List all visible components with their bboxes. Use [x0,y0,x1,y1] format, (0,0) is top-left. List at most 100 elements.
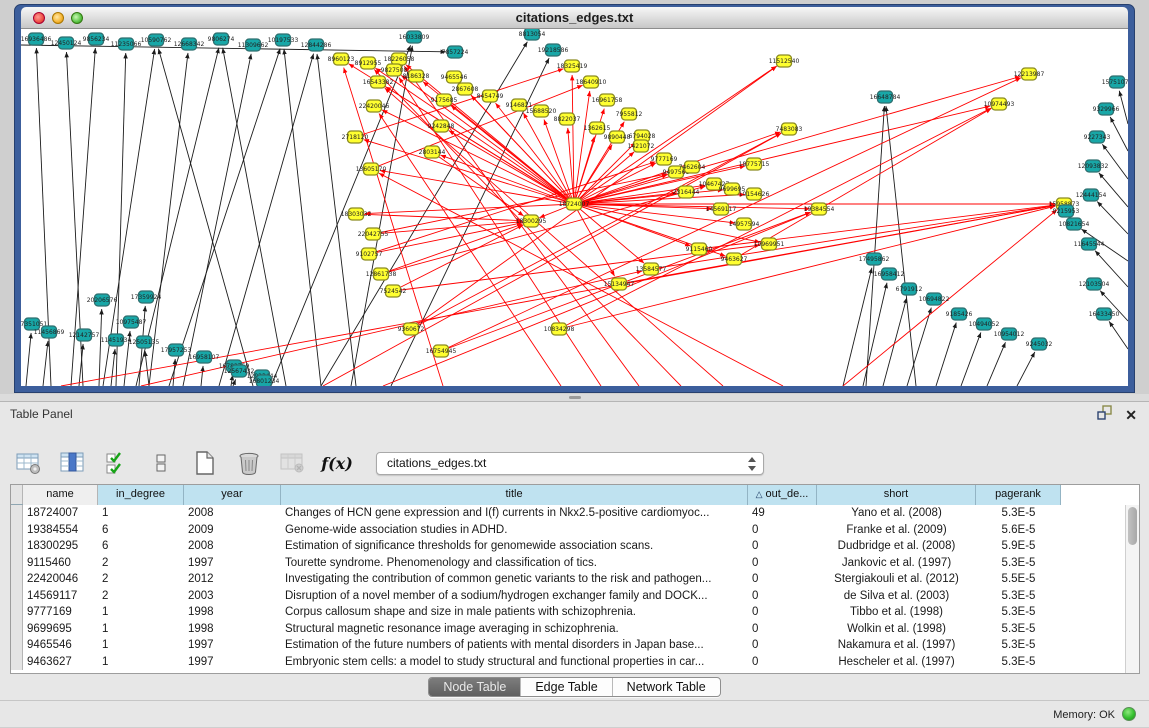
table-row[interactable]: 1872400712008Changes of HCN gene express… [11,505,1125,522]
table-row[interactable]: 1830029562008Estimation of significance … [11,538,1125,555]
graph-node[interactable]: 7483083 [776,123,803,135]
table-scrollbar[interactable] [1125,505,1139,673]
network-view-canvas[interactable]: 1872400789601238912955182260589827508165… [21,29,1128,386]
graph-node[interactable]: 9890448 [604,131,631,143]
graph-node[interactable]: 2718120 [342,131,369,143]
graph-node[interactable]: 2316444 [673,186,700,198]
table-row[interactable]: 946362711997Embryonic stem cells: a mode… [11,654,1125,671]
graph-node[interactable]: 17957253 [161,344,192,356]
graph-node[interactable]: 12142757 [69,329,100,341]
graph-node[interactable]: 16958107 [189,351,220,363]
graph-node[interactable]: 9185426 [946,308,973,320]
create-column-button[interactable] [190,448,220,478]
graph-node[interactable]: 22420046 [359,100,390,112]
zoom-window-button[interactable] [71,12,83,24]
graph-node[interactable]: 20206576 [87,294,118,306]
toggle-column-visibility-button[interactable] [102,448,132,478]
graph-node[interactable]: 1421072 [628,140,655,152]
table-row[interactable]: 2242004622012Investigating the contribut… [11,571,1125,588]
graph-node[interactable]: 16961758 [592,94,623,106]
scrollbar-thumb[interactable] [1128,507,1137,545]
graph-node[interactable]: 2867608 [452,83,479,95]
table-row[interactable]: 1456911722003Disruption of a novel membe… [11,588,1125,605]
graph-node[interactable]: 10834298 [544,323,575,335]
tab-node-table[interactable]: Node Table [429,678,521,696]
row-height-button[interactable] [146,448,176,478]
graph-node[interactable]: 8454749 [477,90,504,102]
minimize-window-button[interactable] [52,12,64,24]
graph-node[interactable]: 7955812 [616,108,643,120]
graph-node[interactable]: 17495862 [859,253,890,265]
tab-edge-table[interactable]: Edge Table [521,678,612,696]
graph-node[interactable]: 14957594 [729,218,760,230]
graph-node[interactable]: 8813054 [519,29,546,40]
graph-node[interactable]: 12450124 [51,37,82,49]
show-columns-button[interactable] [58,448,88,478]
graph-node[interactable]: 10975487 [116,316,147,328]
graph-node[interactable]: 12093832 [1078,160,1109,172]
table-row[interactable]: 1938455462009Genome-wide association stu… [11,522,1125,539]
graph-node[interactable]: 22042755 [358,228,389,240]
graph-node[interactable]: 7524542 [380,285,407,297]
graph-node[interactable]: 8822037 [554,113,581,125]
window-titlebar[interactable]: citations_edges.txt [21,7,1128,29]
delete-table-button[interactable] [278,448,308,478]
graph-node[interactable]: 9329966 [1093,103,1120,115]
table-row[interactable]: 911546021997Tourette syndrome. Phenomeno… [11,555,1125,572]
graph-node[interactable]: 10969951 [754,238,785,250]
graph-node[interactable]: 14569117 [706,203,737,215]
graph-node[interactable]: 19218586 [538,44,569,56]
graph-node[interactable]: 9242848 [428,120,455,132]
graph-node[interactable]: 2803144 [419,146,446,158]
graph-node[interactable]: 11645544 [1074,238,1105,250]
graph-node[interactable]: 16958412 [874,268,905,280]
graph-node[interactable]: 10974493 [984,98,1015,110]
split-pane-divider[interactable] [0,394,1149,401]
graph-node[interactable]: 12444154 [1076,189,1107,201]
column-header-short[interactable]: short [817,485,976,505]
graph-node[interactable]: 16433450 [1089,308,1120,320]
close-window-button[interactable] [33,12,45,24]
column-header-name[interactable]: name [23,485,98,505]
delete-column-button[interactable] [234,448,264,478]
graph-node[interactable]: 9806274 [208,33,235,45]
column-header-year[interactable]: year [184,485,281,505]
table-row[interactable]: 969969511998Structural magnetic resonanc… [11,621,1125,638]
graph-node[interactable]: 10494052 [969,318,1000,330]
graph-node[interactable]: 18325419 [557,60,588,72]
graph-node[interactable]: 10954012 [994,328,1025,340]
graph-node[interactable]: 18775715 [739,158,770,170]
graph-node[interactable]: 16936486 [21,33,51,45]
table-row[interactable]: 946554611997Estimation of the future num… [11,637,1125,654]
column-header-in_degree[interactable]: in_degree [98,485,184,505]
column-header-out_de[interactable]: △out_de... [748,485,817,505]
column-header-title[interactable]: title [281,485,748,505]
tab-network-table[interactable]: Network Table [613,678,720,696]
graph-node[interactable]: 9227343 [1084,131,1111,143]
graph-node[interactable]: 9115460 [686,243,713,255]
graph-node[interactable]: 18303032 [341,208,372,220]
graph-node[interactable]: 12213987 [1014,68,1045,80]
graph-node[interactable]: 9245032 [1026,338,1053,350]
graph-node[interactable]: 10694822 [919,293,950,305]
graph-node[interactable]: 15751074 [1102,76,1128,88]
close-panel-icon[interactable]: ✕ [1125,407,1137,423]
graph-node[interactable]: 11451934 [101,334,132,346]
graph-node[interactable]: 11235066 [111,38,142,50]
graph-node[interactable]: 11512540 [769,55,800,67]
table-row[interactable]: 977716911998Corpus callosum shape and si… [11,604,1125,621]
graph-node[interactable]: 8960123 [328,53,355,65]
table-settings-button[interactable] [14,448,44,478]
function-builder-button[interactable]: f(x) [322,448,352,478]
graph-node[interactable]: 9856234 [83,33,110,45]
graph-node[interactable]: 16033809 [399,31,430,43]
graph-node[interactable]: 1362615 [584,122,611,134]
table-select-dropdown[interactable]: citations_edges.txt [376,452,764,475]
graph-node[interactable]: 8912955 [355,57,382,69]
column-header-pagerank[interactable]: pagerank [976,485,1061,505]
graph-node[interactable]: 10590762 [141,34,172,46]
graph-node[interactable]: 12103504 [1079,278,1110,290]
graph-node[interactable]: 7857224 [442,46,469,58]
graph-node[interactable]: 6791912 [896,283,923,295]
graph-node[interactable]: 18226058 [384,53,415,65]
